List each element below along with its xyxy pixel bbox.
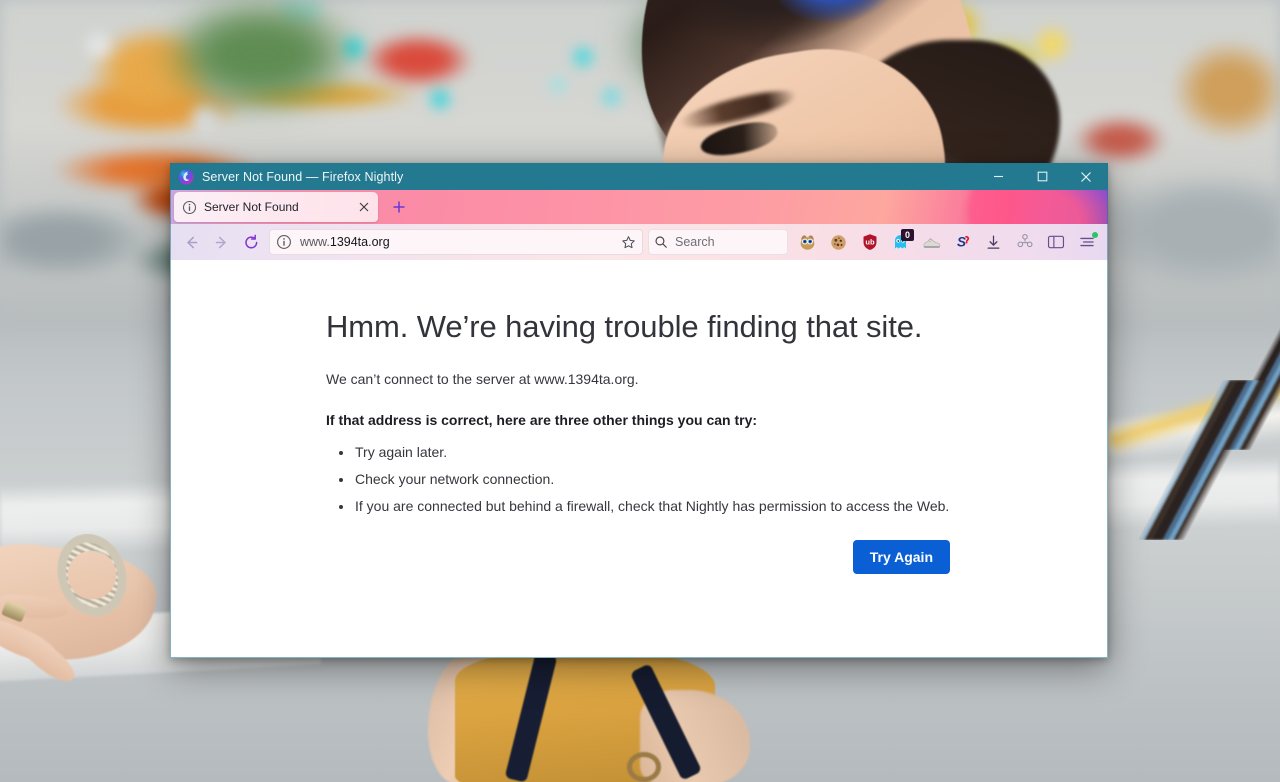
ghostery-badge: 0 bbox=[901, 229, 914, 241]
sidebar-toggle-button[interactable] bbox=[1040, 228, 1071, 256]
minimize-window-button[interactable] bbox=[976, 163, 1020, 190]
page-title: Hmm. We’re having trouble finding that s… bbox=[326, 309, 923, 344]
owl-extension-icon bbox=[800, 234, 815, 250]
window-titlebar: Server Not Found — Firefox Nightly bbox=[170, 163, 1108, 190]
bookmark-star-icon[interactable] bbox=[617, 231, 639, 253]
try-again-button[interactable]: Try Again bbox=[852, 540, 950, 575]
search-placeholder: Search bbox=[675, 235, 715, 249]
window-title: Server Not Found — Firefox Nightly bbox=[202, 169, 404, 184]
background-tree-left bbox=[140, 0, 380, 130]
info-circle-icon[interactable] bbox=[276, 234, 292, 250]
list-item: Check your network connection. bbox=[336, 471, 950, 487]
tab-server-not-found[interactable]: Server Not Found bbox=[174, 192, 378, 222]
back-button[interactable] bbox=[176, 228, 206, 256]
account-people-icon bbox=[1017, 233, 1032, 248]
info-circle-icon bbox=[182, 200, 197, 214]
tab-strip: Server Not Found bbox=[170, 190, 1108, 224]
window-controls bbox=[976, 163, 1108, 190]
sidebar-panel-icon bbox=[1047, 235, 1064, 249]
menu-update-dot bbox=[1092, 232, 1098, 238]
search-bar[interactable]: Search bbox=[648, 229, 788, 255]
maximize-window-button[interactable] bbox=[1020, 163, 1064, 190]
s-extension-button[interactable]: S bbox=[947, 228, 978, 256]
reload-button[interactable] bbox=[236, 228, 266, 256]
s-extension-icon: S bbox=[957, 235, 969, 250]
background-strap-ring bbox=[627, 752, 661, 782]
application-menu-button[interactable] bbox=[1071, 228, 1102, 256]
list-item: Try again later. bbox=[336, 444, 950, 460]
cookie-extension-icon bbox=[831, 234, 846, 250]
page-content: Hmm. We’re having trouble finding that s… bbox=[170, 260, 1108, 658]
ghostery-button[interactable]: 0 bbox=[885, 228, 916, 256]
list-item: If you are connected but behind a firewa… bbox=[336, 498, 950, 514]
background-braid-lower bbox=[1090, 380, 1280, 540]
url-prefix: www. bbox=[300, 235, 330, 249]
error-subheading: If that address is correct, here are thr… bbox=[326, 412, 758, 429]
svg-text:ub: ub bbox=[865, 238, 875, 247]
desktop-background: Server Not Found — Firefox Nightly Serve… bbox=[0, 0, 1280, 782]
new-tab-button[interactable] bbox=[386, 194, 412, 220]
error-page: Hmm. We’re having trouble finding that s… bbox=[326, 308, 950, 575]
close-tab-icon[interactable] bbox=[355, 199, 372, 216]
url-text[interactable]: www.1394ta.org bbox=[300, 235, 617, 249]
navigation-toolbar: www.1394ta.org Search ub 0 S bbox=[170, 224, 1108, 260]
ublock-origin-icon: ub bbox=[863, 234, 876, 250]
owl-extension-button[interactable] bbox=[792, 228, 823, 256]
account-button[interactable] bbox=[1009, 228, 1040, 256]
firefox-nightly-logo-icon bbox=[178, 169, 194, 184]
button-row: Try Again bbox=[326, 540, 950, 575]
back-arrow-icon bbox=[186, 236, 197, 248]
ublock-origin-button[interactable]: ub bbox=[854, 228, 885, 256]
firefox-browser-window: Server Not Found — Firefox Nightly Serve… bbox=[170, 163, 1108, 658]
shoe-extension-button[interactable] bbox=[916, 228, 947, 256]
reload-icon bbox=[244, 234, 257, 248]
shoe-extension-icon bbox=[923, 238, 940, 248]
star-outline-icon bbox=[621, 235, 635, 248]
url-bar[interactable]: www.1394ta.org bbox=[269, 229, 643, 255]
url-host: 1394ta.org bbox=[329, 235, 390, 249]
forward-button[interactable] bbox=[206, 228, 236, 256]
plus-icon bbox=[393, 201, 405, 213]
suggestion-list: Try again later. Check your network conn… bbox=[336, 444, 950, 514]
forward-arrow-icon bbox=[215, 236, 226, 248]
download-arrow-icon bbox=[987, 234, 1000, 249]
search-magnifier-icon bbox=[655, 236, 667, 248]
downloads-button[interactable] bbox=[978, 228, 1009, 256]
error-description: We can’t connect to the server at www.13… bbox=[326, 371, 639, 388]
close-window-button[interactable] bbox=[1064, 163, 1108, 190]
tab-label: Server Not Found bbox=[204, 200, 299, 214]
svg-text:S: S bbox=[957, 235, 966, 250]
extensions-area: ub 0 S bbox=[792, 228, 978, 256]
cookie-extension-button[interactable] bbox=[823, 228, 854, 256]
